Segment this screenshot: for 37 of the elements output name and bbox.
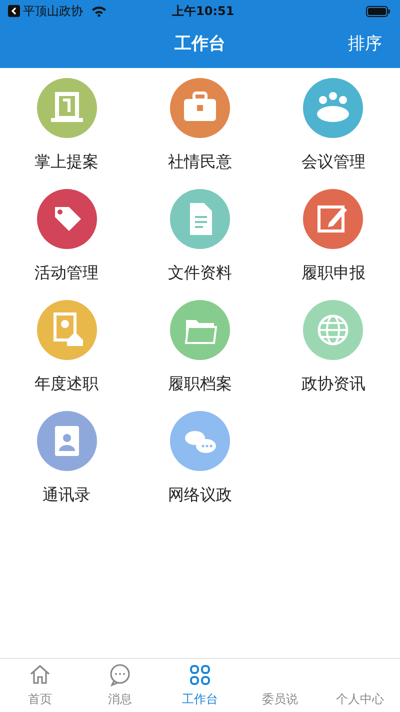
pencil-icon[interactable]: [303, 189, 364, 249]
tab[interactable]: 委员说: [240, 659, 320, 712]
status-time: 上午10:51: [172, 3, 234, 20]
tile-label[interactable]: 通讯录: [42, 483, 91, 507]
back-app-label[interactable]: 平顶山政协: [23, 2, 83, 20]
folder-icon[interactable]: [170, 300, 230, 360]
tile-label[interactable]: 网络议政: [168, 483, 232, 507]
battery-icon: [366, 6, 390, 16]
grid-icon: [188, 663, 212, 687]
chat-bubbles-icon[interactable]: [170, 411, 230, 471]
tile-label[interactable]: 掌上提案: [34, 150, 99, 174]
chat-icon: [108, 663, 132, 687]
sort-button[interactable]: 排序: [348, 32, 382, 58]
globe-icon[interactable]: [303, 300, 364, 360]
tile-label[interactable]: 文件资料: [168, 261, 232, 285]
document-icon[interactable]: [170, 189, 230, 249]
tile-label[interactable]: 年度述职: [34, 372, 99, 396]
tile-label[interactable]: 政协资讯: [301, 372, 366, 396]
wifi-icon: [91, 5, 107, 17]
tab[interactable]: 消息: [80, 659, 160, 712]
tile-label[interactable]: 履职档案: [168, 372, 232, 396]
podium-icon[interactable]: [36, 78, 97, 138]
tile-label[interactable]: 活动管理: [34, 261, 99, 285]
page-title: 工作台: [174, 33, 226, 56]
tag-icon[interactable]: [36, 189, 97, 249]
contact-card-icon[interactable]: [36, 411, 97, 471]
tile-label[interactable]: 履职申报: [301, 261, 366, 285]
tile-label[interactable]: 社情民意: [168, 150, 232, 174]
tab[interactable]: 个人中心: [320, 659, 400, 712]
tab[interactable]: 首页: [0, 659, 80, 712]
briefcase-icon[interactable]: [170, 78, 230, 138]
portrait-icon[interactable]: [36, 300, 97, 360]
tab[interactable]: 工作台: [160, 659, 240, 712]
back-icon[interactable]: [8, 5, 20, 17]
tile-label[interactable]: 会议管理: [301, 150, 366, 174]
people-icon[interactable]: [303, 78, 364, 138]
home-icon: [28, 663, 52, 687]
